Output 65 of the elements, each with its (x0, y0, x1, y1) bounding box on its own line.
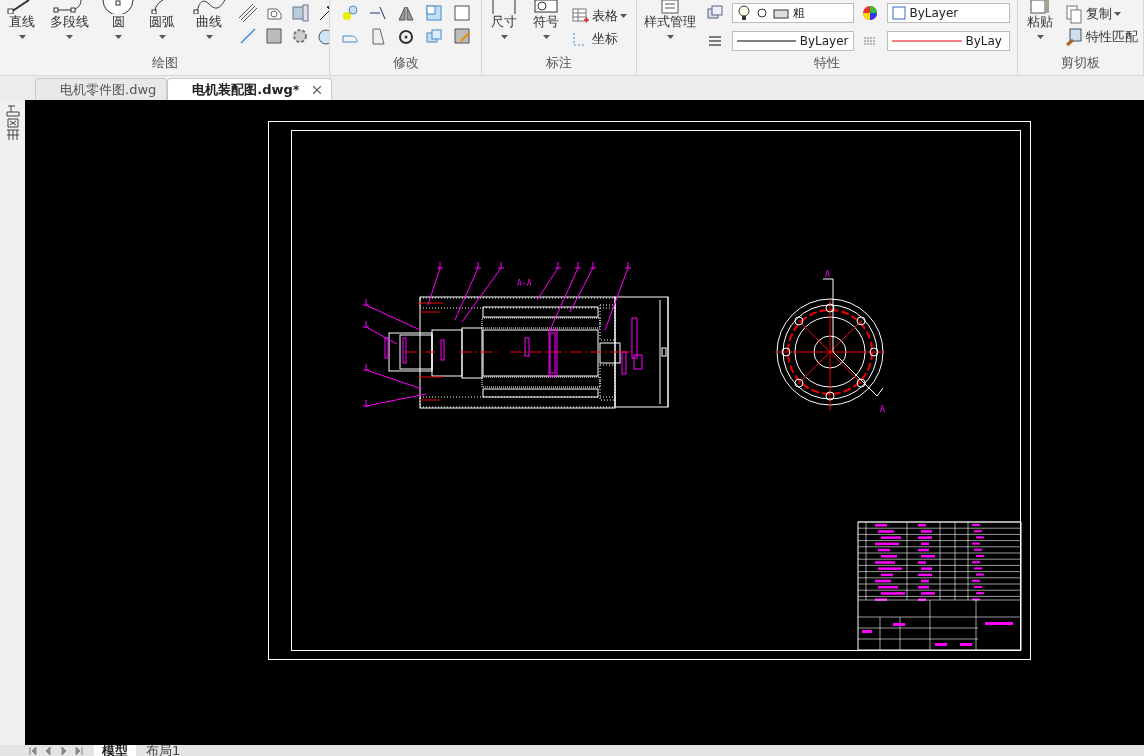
ribbon-group-label: 剪切板 (1060, 54, 1101, 72)
caret-icon[interactable] (500, 35, 508, 40)
ribbon-tool-button[interactable]: 符号 (528, 0, 564, 40)
diagonal-line-icon[interactable] (238, 26, 258, 46)
ribbon-tool-button[interactable]: 表格 (570, 6, 627, 26)
ribbon-tool-button[interactable]: 复制 (1064, 4, 1138, 24)
color-value: ByLayer (909, 5, 959, 22)
ribbon-tool-button[interactable]: 坐标 (570, 29, 627, 49)
symbol-icon[interactable] (531, 0, 561, 14)
caret-icon[interactable] (114, 35, 122, 40)
linetype-value: ByLayer (799, 33, 849, 50)
line-sample-icon (891, 39, 962, 43)
color-dropdown[interactable]: ByLayer (886, 3, 1010, 23)
caret-icon[interactable] (666, 35, 674, 40)
caret-icon[interactable] (205, 35, 213, 40)
lightbulb-icon (736, 5, 751, 21)
lineweight-dropdown[interactable]: ByLay (886, 31, 1010, 51)
ribbon-group-label: 特性 (813, 54, 841, 72)
line-sample-icon (736, 39, 796, 43)
linetype-dropdown[interactable]: ByLayer (731, 31, 854, 51)
ribbon-tool-button[interactable]: 特性匹配 (1064, 27, 1138, 47)
hatch-icon[interactable] (264, 26, 284, 46)
color-swatch-icon (891, 6, 906, 20)
file-tab[interactable]: 电机装配图.dwg* (167, 78, 332, 100)
caret-icon[interactable] (620, 13, 627, 19)
ribbon-tool-button[interactable]: 尺寸 (486, 0, 522, 40)
table-icon[interactable] (570, 6, 590, 26)
ribbon-tool-button[interactable]: 多段线 (46, 0, 92, 40)
caret-icon[interactable] (65, 35, 73, 40)
dimension-icon[interactable] (489, 0, 519, 14)
close-icon[interactable] (312, 86, 321, 95)
sun-icon (754, 5, 769, 21)
ribbon-group-label: 修改 (391, 54, 420, 72)
block-icon[interactable] (290, 3, 310, 23)
section-label: A-A (517, 279, 532, 288)
ribbon-tool-button[interactable]: 圆 (98, 0, 138, 40)
parallel-lines-icon[interactable] (238, 3, 258, 23)
ribbon-tool-button[interactable]: 圆弧 (144, 0, 180, 40)
scale-icon[interactable] (424, 3, 444, 23)
lineweight-value: ByLay (965, 33, 1002, 50)
navigation-arrows-icon[interactable] (28, 745, 84, 755)
match-properties-icon[interactable] (1064, 27, 1084, 47)
layer-dropdown[interactable]: 粗 (731, 3, 854, 23)
ribbon-tool-button[interactable]: 粘贴 (1022, 0, 1058, 40)
ribbon-group-label: 标注 (545, 54, 573, 72)
ribbon-tool-button[interactable]: 样式管理 (641, 0, 699, 40)
caret-icon[interactable] (542, 35, 550, 40)
move-icon[interactable] (340, 3, 360, 23)
copy-icon[interactable] (1064, 4, 1084, 24)
caret-icon[interactable] (158, 35, 166, 40)
caret-icon[interactable] (1114, 11, 1121, 17)
sheet-set-icon[interactable] (4, 104, 21, 142)
caret-icon[interactable] (18, 35, 26, 40)
ribbon-tool-button[interactable]: 曲线 (186, 0, 232, 40)
ribbon-tool-button[interactable]: 直线 (4, 0, 40, 40)
layer-name: 粗 (792, 5, 805, 22)
edit-hatch-icon[interactable] (452, 26, 472, 46)
cut-label: A (880, 405, 885, 414)
color-wheel-icon[interactable] (860, 3, 880, 23)
caret-icon[interactable] (1036, 35, 1044, 40)
rectangle-select-icon[interactable] (452, 3, 472, 23)
array-icon[interactable] (424, 26, 444, 46)
ribbon-group-label: 绘图 (150, 54, 179, 72)
cut-label: A (825, 270, 830, 279)
file-tab[interactable]: 电机零件图.dwg (35, 78, 168, 100)
